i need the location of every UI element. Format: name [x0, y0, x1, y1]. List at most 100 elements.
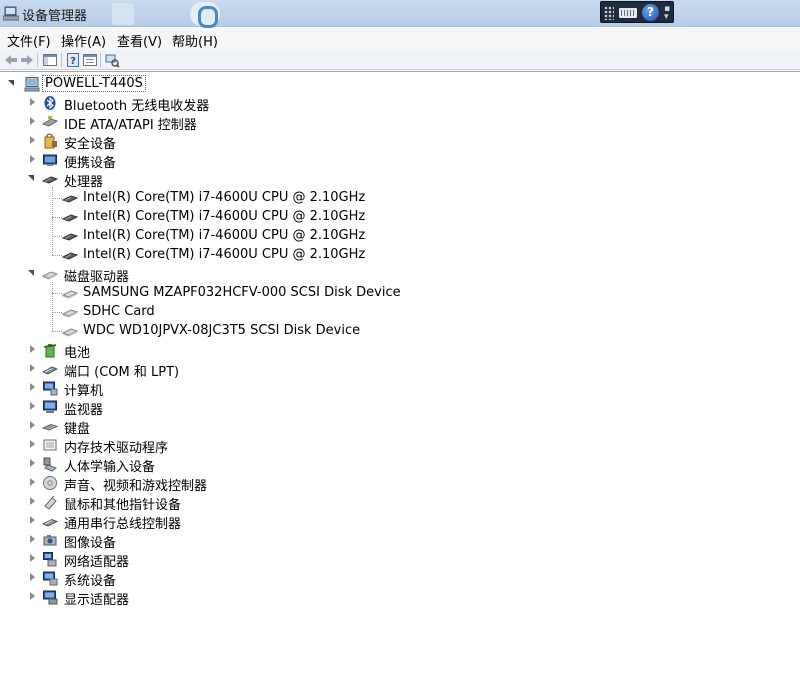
collapse-arrow-icon[interactable]	[28, 497, 37, 506]
category-label: 通用串行总线控制器	[64, 517, 182, 532]
tree-device[interactable]: Intel(R) Core(TM) i7-4600U CPU @ 2.10GHz	[48, 246, 608, 265]
menu-help[interactable]: 帮助(H)	[172, 31, 218, 50]
expand-arrow-icon[interactable]	[28, 269, 37, 278]
tree-category[interactable]: 人体学输入设备	[28, 455, 588, 475]
help-icon[interactable]: ?	[642, 4, 659, 21]
expand-arrow-icon[interactable]	[28, 174, 37, 183]
device-tree[interactable]: POWELL-T440S Bluetooth 无线电收发器 IDE ATA/ATA…	[0, 71, 800, 679]
background-window-icon	[112, 3, 134, 25]
menu-view[interactable]: 查看(V)	[117, 31, 162, 50]
menu-action[interactable]: 操作(A)	[61, 31, 106, 50]
collapse-arrow-icon[interactable]	[28, 155, 37, 164]
category-label: Bluetooth 无线电收发器	[64, 99, 210, 114]
forward-arrow-icon[interactable]	[19, 52, 35, 68]
menu-file[interactable]: 文件(F)	[7, 31, 51, 50]
category-label: IDE ATA/ATAPI 控制器	[64, 118, 197, 133]
scan-hardware-icon[interactable]	[104, 52, 120, 68]
tree-category[interactable]: 网络适配器	[28, 550, 588, 570]
tree-device[interactable]: WDC WD10JPVX-08JC3T5 SCSI Disk Device	[48, 322, 608, 341]
category-label: 内存技术驱动程序	[64, 441, 169, 456]
title-bar[interactable]: 设备管理器 ? ▪ ▾	[0, 0, 800, 28]
device-label: WDC WD10JPVX-08JC3T5 SCSI Disk Device	[83, 323, 361, 338]
device-label: SDHC Card	[83, 304, 155, 319]
collapse-arrow-icon[interactable]	[28, 516, 37, 525]
processor-icon	[62, 233, 78, 241]
tree-category[interactable]: 图像设备	[28, 531, 588, 551]
tree-category[interactable]: 监视器	[28, 398, 588, 418]
collapse-arrow-icon[interactable]	[28, 421, 37, 430]
category-label: 鼠标和其他指针设备	[64, 498, 182, 513]
category-label: 计算机	[64, 384, 104, 399]
tree-category[interactable]: 内存技术驱动程序	[28, 436, 588, 456]
category-label: 便携设备	[64, 156, 117, 171]
collapse-arrow-icon[interactable]	[28, 554, 37, 563]
disk-drive-icon	[62, 290, 78, 299]
help-icon[interactable]: ?	[65, 52, 81, 68]
collapse-arrow-icon[interactable]	[28, 402, 37, 411]
collapse-arrow-icon[interactable]	[28, 592, 37, 601]
security-device-icon	[44, 133, 57, 149]
keyboard-icon[interactable]	[619, 8, 637, 18]
collapse-arrow-icon[interactable]	[28, 364, 37, 373]
properties-icon[interactable]	[82, 52, 98, 68]
tree-device[interactable]: Intel(R) Core(TM) i7-4600U CPU @ 2.10GHz	[48, 189, 608, 208]
memory-technology-icon	[43, 439, 57, 451]
language-bar[interactable]: ? ▪ ▾	[600, 1, 674, 23]
category-label: 人体学输入设备	[64, 460, 156, 475]
device-label: Intel(R) Core(TM) i7-4600U CPU @ 2.10GHz	[83, 190, 366, 205]
collapse-arrow-icon[interactable]	[28, 136, 37, 145]
category-label: 键盘	[64, 422, 91, 437]
tree-category[interactable]: 声音、视频和游戏控制器	[28, 474, 588, 494]
device-label: SAMSUNG MZAPF032HCFV-000 SCSI Disk Devic…	[83, 285, 401, 300]
collapse-arrow-icon[interactable]	[28, 383, 37, 392]
computer-icon	[43, 381, 58, 396]
tree-category[interactable]: 鼠标和其他指针设备	[28, 493, 588, 513]
tree-category[interactable]: 磁盘驱动器	[28, 265, 588, 285]
device-manager-icon	[3, 6, 19, 21]
toolbar-separator	[37, 53, 38, 67]
mouse-icon	[44, 495, 57, 510]
tree-category[interactable]: 系统设备	[28, 569, 588, 589]
network-adapter-icon	[43, 552, 57, 567]
category-label: 声音、视频和游戏控制器	[64, 479, 208, 494]
collapse-arrow-icon[interactable]	[28, 345, 37, 354]
back-arrow-icon[interactable]	[3, 52, 19, 68]
collapse-arrow-icon[interactable]	[28, 440, 37, 449]
tree-device[interactable]: Intel(R) Core(TM) i7-4600U CPU @ 2.10GHz	[48, 208, 608, 227]
tree-device[interactable]: SDHC Card	[48, 303, 608, 322]
collapse-arrow-icon[interactable]	[28, 459, 37, 468]
category-label: 监视器	[64, 403, 104, 418]
collapse-arrow-icon[interactable]	[28, 117, 37, 126]
tree-root[interactable]: POWELL-T440S	[8, 75, 168, 94]
hid-icon	[43, 457, 58, 472]
window-title: 设备管理器	[22, 9, 88, 24]
tree-category[interactable]: 显示适配器	[28, 588, 588, 608]
tree-device[interactable]: Intel(R) Core(TM) i7-4600U CPU @ 2.10GHz	[48, 227, 608, 246]
usb-controller-icon	[42, 518, 58, 527]
collapse-arrow-icon[interactable]	[28, 573, 37, 582]
expand-arrow-icon[interactable]	[8, 79, 17, 88]
imaging-device-icon	[43, 535, 57, 546]
tree-category[interactable]: Bluetooth 无线电收发器	[28, 94, 588, 114]
tree-category[interactable]: IDE ATA/ATAPI 控制器	[28, 113, 588, 133]
tree-category[interactable]: 键盘	[28, 417, 588, 437]
collapse-arrow-icon[interactable]	[28, 535, 37, 544]
tree-category[interactable]: 安全设备	[28, 132, 588, 152]
disk-drive-icon	[42, 271, 58, 280]
collapse-arrow-icon[interactable]	[28, 98, 37, 107]
grip-icon[interactable]	[604, 6, 614, 20]
tree-category[interactable]: 电池	[28, 341, 588, 361]
tree-category[interactable]: 通用串行总线控制器	[28, 512, 588, 532]
disk-drive-icon	[62, 309, 78, 318]
collapse-arrow-icon[interactable]	[28, 478, 37, 487]
portable-device-icon	[43, 154, 57, 166]
tree-device[interactable]: SAMSUNG MZAPF032HCFV-000 SCSI Disk Devic…	[48, 284, 608, 303]
tree-category[interactable]: 端口 (COM 和 LPT)	[28, 360, 588, 380]
port-icon	[42, 366, 58, 375]
tree-category[interactable]: 计算机	[28, 379, 588, 399]
tree-category[interactable]: 处理器	[28, 170, 588, 190]
show-hide-console-tree-icon[interactable]	[42, 52, 58, 68]
options-icon[interactable]: ▪ ▾	[664, 5, 670, 22]
category-label: 电池	[64, 346, 91, 361]
tree-category[interactable]: 便携设备	[28, 151, 588, 171]
